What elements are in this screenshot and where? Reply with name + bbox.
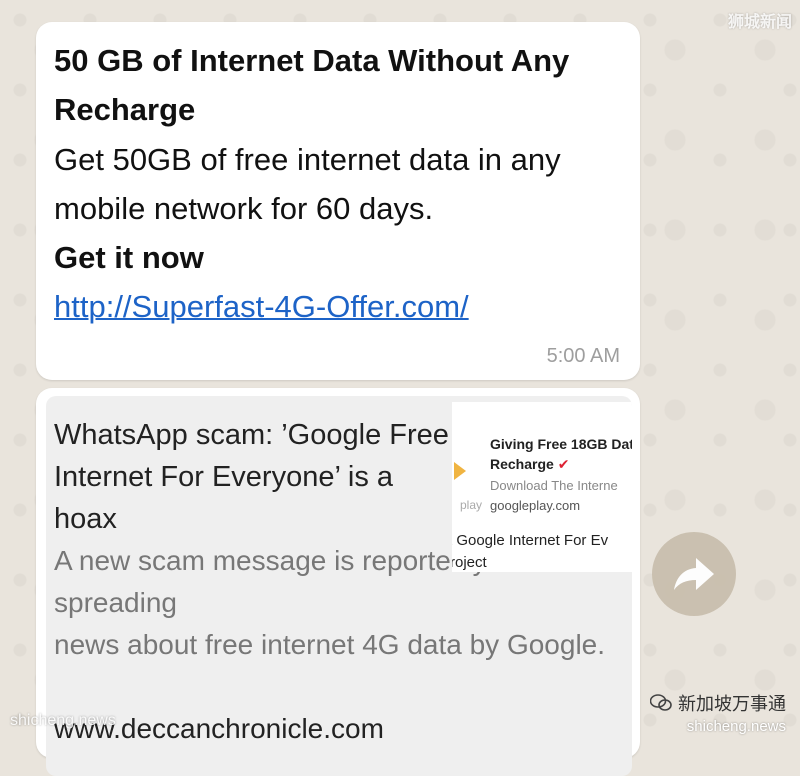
thumbnail-play-label: play: [460, 498, 483, 512]
link-preview-card[interactable]: WhatsApp scam: ’Google Free Internet For…: [46, 396, 632, 776]
thumbnail-caption: Download The Interne: [490, 478, 618, 493]
thumbnail-recharge-text: Recharge: [490, 456, 554, 472]
checkmark-icon: ✔: [557, 456, 570, 472]
message-title: 50 GB of Internet Data Without Any Recha…: [54, 43, 570, 127]
watermark-brand-text: 新加坡万事通: [678, 694, 786, 714]
watermark-domain: shicheng.news: [686, 718, 786, 735]
watermark-top: 狮城新闻: [727, 14, 792, 31]
message-link[interactable]: http://Superfast-4G-Offer.com/: [54, 282, 469, 331]
wechat-icon: [649, 694, 672, 712]
thumbnail-arrow-icon: [454, 462, 466, 480]
message-timestamp: 5:00 AM: [546, 345, 620, 367]
watermark-right: 新加坡万事通 shicheng.news: [649, 690, 786, 735]
thumbnail-heading: Giving Free 18GB Dat: [490, 436, 632, 452]
link-preview-description-continued: news about free internet 4G data by Goog…: [54, 629, 606, 660]
message-body: Get 50GB of free internet data in any mo…: [54, 142, 561, 226]
thumbnail-text-line: t Google Internet For Ev: [452, 532, 609, 549]
link-preview-thumbnail: Giving Free 18GB Dat Recharge ✔ Download…: [452, 402, 632, 572]
thumbnail-text-line: roject: [452, 554, 487, 571]
link-preview-bubble[interactable]: WhatsApp scam: ’Google Free Internet For…: [36, 388, 640, 776]
forward-arrow-icon: [674, 558, 714, 590]
watermark-left: shicheng.news: [10, 712, 116, 729]
watermark-brand: 新加坡万事通: [649, 690, 786, 716]
link-preview-title: WhatsApp scam: ’Google Free Internet For…: [54, 419, 449, 535]
message-cta: Get it now: [54, 240, 204, 275]
message-bubble[interactable]: 50 GB of Internet Data Without Any Recha…: [36, 22, 640, 380]
forward-button[interactable]: [652, 532, 736, 616]
thumbnail-domain: googleplay.com: [490, 498, 581, 513]
thumbnail-subheading: Recharge ✔: [490, 456, 569, 473]
